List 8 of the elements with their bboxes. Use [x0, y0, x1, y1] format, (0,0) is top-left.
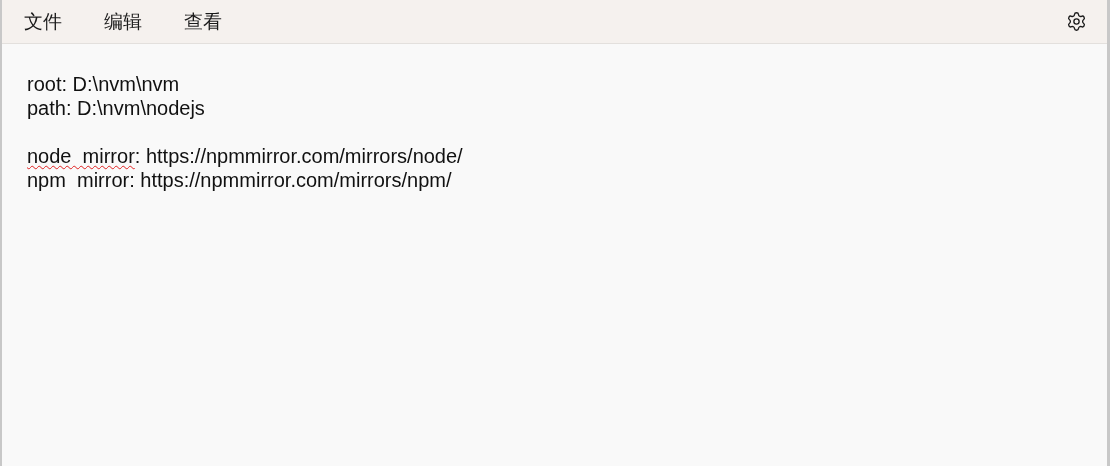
settings-icon[interactable] — [1065, 10, 1087, 33]
menu-item[interactable]: 文件 — [14, 5, 72, 38]
text-line: npm mirror: https://npmmirror.com/mirrors/npm/ — [27, 168, 452, 192]
text-line: node mirror: https://npmmirror.com/mirrors/node/ — [27, 144, 463, 168]
menu-item[interactable]: 编辑 — [94, 5, 152, 38]
text-line: root: D:\nvm\nvm — [27, 72, 180, 96]
menu-item[interactable]: 查看 — [174, 5, 232, 38]
text-line: path: D:\nvm\nodejs — [27, 96, 205, 120]
